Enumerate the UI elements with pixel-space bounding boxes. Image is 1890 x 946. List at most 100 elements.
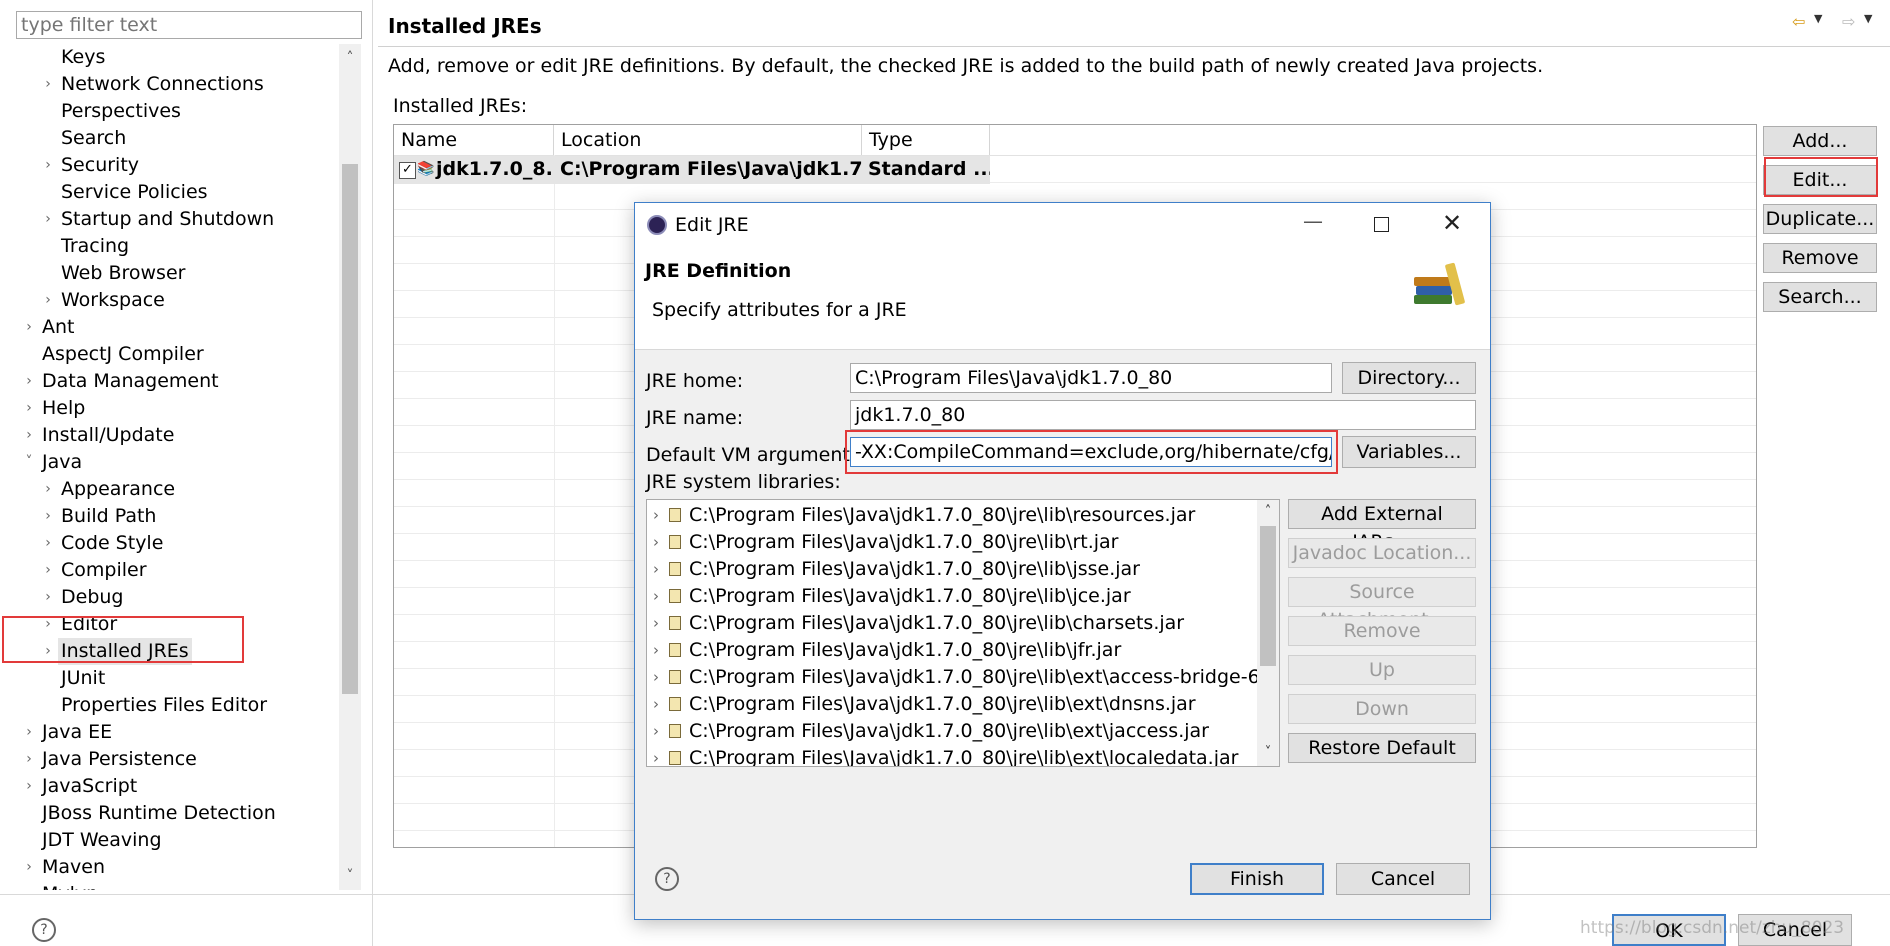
- directory-button[interactable]: Directory...: [1342, 362, 1476, 394]
- tree-item[interactable]: Properties Files Editor: [61, 692, 267, 719]
- tree-item[interactable]: Java Persistence: [42, 746, 197, 773]
- collapsed-chevron-icon[interactable]: ›: [22, 746, 36, 773]
- tree-item[interactable]: Debug: [61, 584, 123, 611]
- library-row[interactable]: › C:\Program Files\Java\jdk1.7.0_80\jre\l…: [647, 610, 1257, 637]
- library-row[interactable]: › C:\Program Files\Java\jdk1.7.0_80\jre\l…: [647, 664, 1279, 691]
- collapsed-chevron-icon[interactable]: ›: [653, 664, 659, 691]
- maximize-icon[interactable]: [1374, 217, 1389, 232]
- lib-scroll-up-icon[interactable]: ˄: [1257, 503, 1279, 521]
- collapsed-chevron-icon[interactable]: ›: [41, 206, 55, 233]
- filter-input[interactable]: [16, 11, 362, 39]
- collapsed-chevron-icon[interactable]: ›: [653, 637, 659, 664]
- tree-scroll-thumb[interactable]: [342, 164, 358, 694]
- up-button[interactable]: Up: [1288, 655, 1476, 685]
- tree-item[interactable]: AspectJ Compiler: [42, 341, 204, 368]
- back-arrow-icon[interactable]: ⇦: [1792, 12, 1805, 31]
- help-icon[interactable]: ?: [32, 918, 56, 942]
- jre-home-field[interactable]: C:\Program Files\Java\jdk1.7.0_80: [850, 363, 1332, 393]
- finish-button[interactable]: Finish: [1190, 863, 1324, 895]
- vm-args-field[interactable]: -XX:CompileCommand=exclude,org/hibernate…: [850, 437, 1332, 467]
- collapsed-chevron-icon[interactable]: ›: [41, 584, 55, 611]
- tree-item[interactable]: Editor: [61, 611, 117, 638]
- collapsed-chevron-icon[interactable]: ›: [22, 395, 36, 422]
- variables-button[interactable]: Variables...: [1342, 436, 1476, 468]
- collapsed-chevron-icon[interactable]: ›: [653, 745, 659, 766]
- collapsed-chevron-icon[interactable]: ›: [653, 691, 659, 718]
- collapsed-chevron-icon[interactable]: ›: [22, 854, 36, 881]
- library-row[interactable]: › C:\Program Files\Java\jdk1.7.0_80\jre\l…: [647, 637, 1257, 664]
- collapsed-chevron-icon[interactable]: ›: [41, 71, 55, 98]
- library-row[interactable]: › C:\Program Files\Java\jdk1.7.0_80\jre\l…: [647, 745, 1257, 766]
- tree-item[interactable]: Code Style: [61, 530, 163, 557]
- column-header-name[interactable]: Name: [394, 125, 554, 155]
- collapsed-chevron-icon[interactable]: ›: [41, 287, 55, 314]
- collapsed-chevron-icon[interactable]: ›: [653, 718, 659, 745]
- javadoc-location-button[interactable]: Javadoc Location...: [1288, 538, 1476, 568]
- system-libraries-list[interactable]: › C:\Program Files\Java\jdk1.7.0_80\jre\l…: [646, 499, 1280, 767]
- tree-item[interactable]: Workspace: [61, 287, 165, 314]
- collapsed-chevron-icon[interactable]: ›: [22, 719, 36, 746]
- collapsed-chevron-icon[interactable]: ›: [41, 611, 55, 638]
- collapsed-chevron-icon[interactable]: ›: [41, 557, 55, 584]
- dialog-titlebar[interactable]: Edit JRE — ✕: [635, 203, 1490, 247]
- tree-item[interactable]: Compiler: [61, 557, 147, 584]
- close-icon[interactable]: ✕: [1442, 209, 1462, 237]
- library-row[interactable]: › C:\Program Files\Java\jdk1.7.0_80\jre\l…: [647, 502, 1257, 529]
- jre-checkbox[interactable]: ✓: [399, 162, 416, 179]
- library-row[interactable]: › C:\Program Files\Java\jdk1.7.0_80\jre\l…: [647, 691, 1257, 718]
- forward-dropdown-icon[interactable]: ▼: [1864, 12, 1872, 25]
- library-row[interactable]: › C:\Program Files\Java\jdk1.7.0_80\jre\l…: [647, 583, 1257, 610]
- tree-item[interactable]: Install/Update: [42, 422, 174, 449]
- back-dropdown-icon[interactable]: ▼: [1814, 12, 1822, 25]
- tree-item[interactable]: Data Management: [42, 368, 219, 395]
- tree-item[interactable]: Keys: [61, 44, 105, 71]
- library-row[interactable]: › C:\Program Files\Java\jdk1.7.0_80\jre\l…: [647, 556, 1257, 583]
- library-row[interactable]: › C:\Program Files\Java\jdk1.7.0_80\jre\l…: [647, 529, 1257, 556]
- collapsed-chevron-icon[interactable]: ›: [41, 530, 55, 557]
- collapsed-chevron-icon[interactable]: ›: [22, 773, 36, 800]
- tree-item[interactable]: Maven: [42, 854, 105, 881]
- duplicate-jre-button[interactable]: Duplicate...: [1763, 204, 1877, 234]
- collapsed-chevron-icon[interactable]: ›: [653, 529, 659, 556]
- add-external-jars-button[interactable]: Add External JARs...: [1288, 499, 1476, 553]
- scroll-down-icon[interactable]: ˅: [339, 866, 361, 886]
- collapsed-chevron-icon[interactable]: ›: [22, 422, 36, 449]
- column-header-location[interactable]: Location: [554, 125, 862, 155]
- tree-item[interactable]: Installed JREs: [58, 638, 192, 665]
- collapsed-chevron-icon[interactable]: ›: [22, 881, 36, 890]
- tree-item[interactable]: JUnit: [61, 665, 105, 692]
- collapsed-chevron-icon[interactable]: ›: [653, 583, 659, 610]
- dialog-cancel-button[interactable]: Cancel: [1336, 863, 1470, 895]
- source-attachment-button[interactable]: Source Attachment...: [1288, 577, 1476, 631]
- tree-item[interactable]: Network Connections: [61, 71, 264, 98]
- tree-item[interactable]: Startup and Shutdown: [61, 206, 274, 233]
- tree-item[interactable]: Build Path: [61, 503, 156, 530]
- table-row[interactable]: ✓ 📚 jdk1.7.0_8... C:\Program Files\Java\…: [394, 156, 990, 184]
- jre-name-field[interactable]: jdk1.7.0_80: [850, 400, 1476, 430]
- scroll-up-icon[interactable]: ˄: [339, 48, 361, 68]
- lib-scroll-thumb[interactable]: [1260, 526, 1276, 666]
- collapsed-chevron-icon[interactable]: ›: [41, 638, 55, 665]
- collapsed-chevron-icon[interactable]: ›: [22, 368, 36, 395]
- tree-item[interactable]: JBoss Runtime Detection: [42, 800, 276, 827]
- restore-default-button[interactable]: Restore Default: [1288, 733, 1476, 763]
- tree-item[interactable]: Web Browser: [61, 260, 185, 287]
- tree-item[interactable]: Appearance: [61, 476, 175, 503]
- minimize-icon[interactable]: —: [1303, 209, 1323, 233]
- remove-jre-button[interactable]: Remove: [1763, 243, 1877, 273]
- add-jre-button[interactable]: Add...: [1763, 126, 1877, 156]
- collapsed-chevron-icon[interactable]: ›: [41, 152, 55, 179]
- collapsed-chevron-icon[interactable]: ›: [41, 503, 55, 530]
- tree-item[interactable]: Service Policies: [61, 179, 208, 206]
- libraries-scrollbar[interactable]: ˄ ˅: [1257, 500, 1279, 766]
- expanded-chevron-icon[interactable]: ˅: [22, 449, 36, 476]
- remove-library-button[interactable]: Remove: [1288, 616, 1476, 646]
- tree-item[interactable]: Mylyn: [42, 881, 98, 890]
- collapsed-chevron-icon[interactable]: ›: [653, 556, 659, 583]
- tree-item[interactable]: Java EE: [42, 719, 112, 746]
- tree-item[interactable]: Tracing: [61, 233, 129, 260]
- collapsed-chevron-icon[interactable]: ›: [22, 314, 36, 341]
- collapsed-chevron-icon[interactable]: ›: [653, 610, 659, 637]
- tree-item[interactable]: JDT Weaving: [42, 827, 162, 854]
- collapsed-chevron-icon[interactable]: ›: [41, 476, 55, 503]
